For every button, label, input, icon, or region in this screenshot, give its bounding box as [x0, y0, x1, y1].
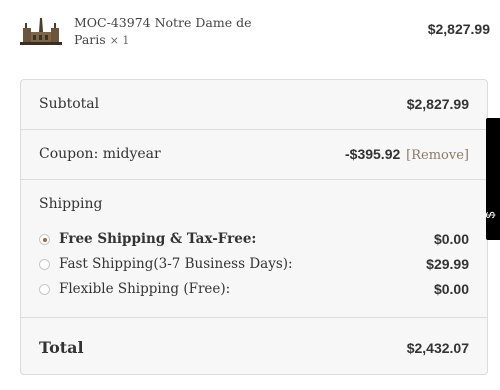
subtotal-label: Subtotal: [39, 96, 100, 112]
radio-free-shipping[interactable]: [39, 234, 50, 245]
remove-coupon-link[interactable]: [Remove]: [406, 148, 469, 163]
shipping-option-price: $0.00: [433, 281, 469, 297]
coupon-label: Coupon: midyear: [39, 146, 161, 162]
shipping-option-free[interactable]: Free Shipping & Tax-Free: $0.00: [39, 231, 469, 251]
product-name-text: MOC-43974 Notre Dame de Paris: [74, 15, 252, 47]
shipping-option-price: $0.00: [433, 231, 469, 247]
product-quantity: × 1: [109, 34, 130, 47]
shipping-option-price: $29.99: [426, 256, 469, 272]
radio-flexible-shipping[interactable]: [39, 284, 50, 295]
product-price: $2,827.99: [427, 21, 490, 37]
cart-item: MOC-43974 Notre Dame de Paris × 1 $2,827.…: [20, 12, 490, 52]
shipping-option-label[interactable]: Flexible Shipping (Free):: [59, 281, 230, 297]
radio-fast-shipping[interactable]: [39, 259, 50, 270]
shipping-row: Shipping Free Shipping & Tax-Free: $0.00…: [21, 180, 487, 318]
shipping-option-flexible[interactable]: Flexible Shipping (Free): $0.00: [39, 281, 469, 301]
total-label: Total: [39, 338, 84, 357]
order-summary: Subtotal $2,827.99 Coupon: midyear -$395…: [20, 79, 488, 375]
total-value: $2,432.07: [406, 340, 469, 356]
total-row: Total $2,432.07: [21, 318, 487, 374]
coupon-amount: -$395.92 [Remove]: [345, 146, 469, 163]
coupon-row: Coupon: midyear -$395.92 [Remove]: [21, 130, 487, 180]
subtotal-row: Subtotal $2,827.99: [21, 80, 487, 130]
side-floating-tab[interactable]: $: [483, 118, 500, 240]
coupon-value: -$395.92: [345, 146, 401, 162]
shipping-label: Shipping: [39, 196, 103, 212]
product-name: MOC-43974 Notre Dame de Paris × 1: [74, 14, 264, 49]
side-tab-label: $: [483, 211, 498, 219]
shipping-option-label[interactable]: Fast Shipping(3-7 Business Days):: [59, 256, 293, 272]
product-thumbnail: [20, 18, 62, 45]
shipping-option-label[interactable]: Free Shipping & Tax-Free:: [59, 231, 256, 247]
shipping-option-fast[interactable]: Fast Shipping(3-7 Business Days): $29.99: [39, 256, 469, 276]
subtotal-value: $2,827.99: [406, 96, 469, 112]
